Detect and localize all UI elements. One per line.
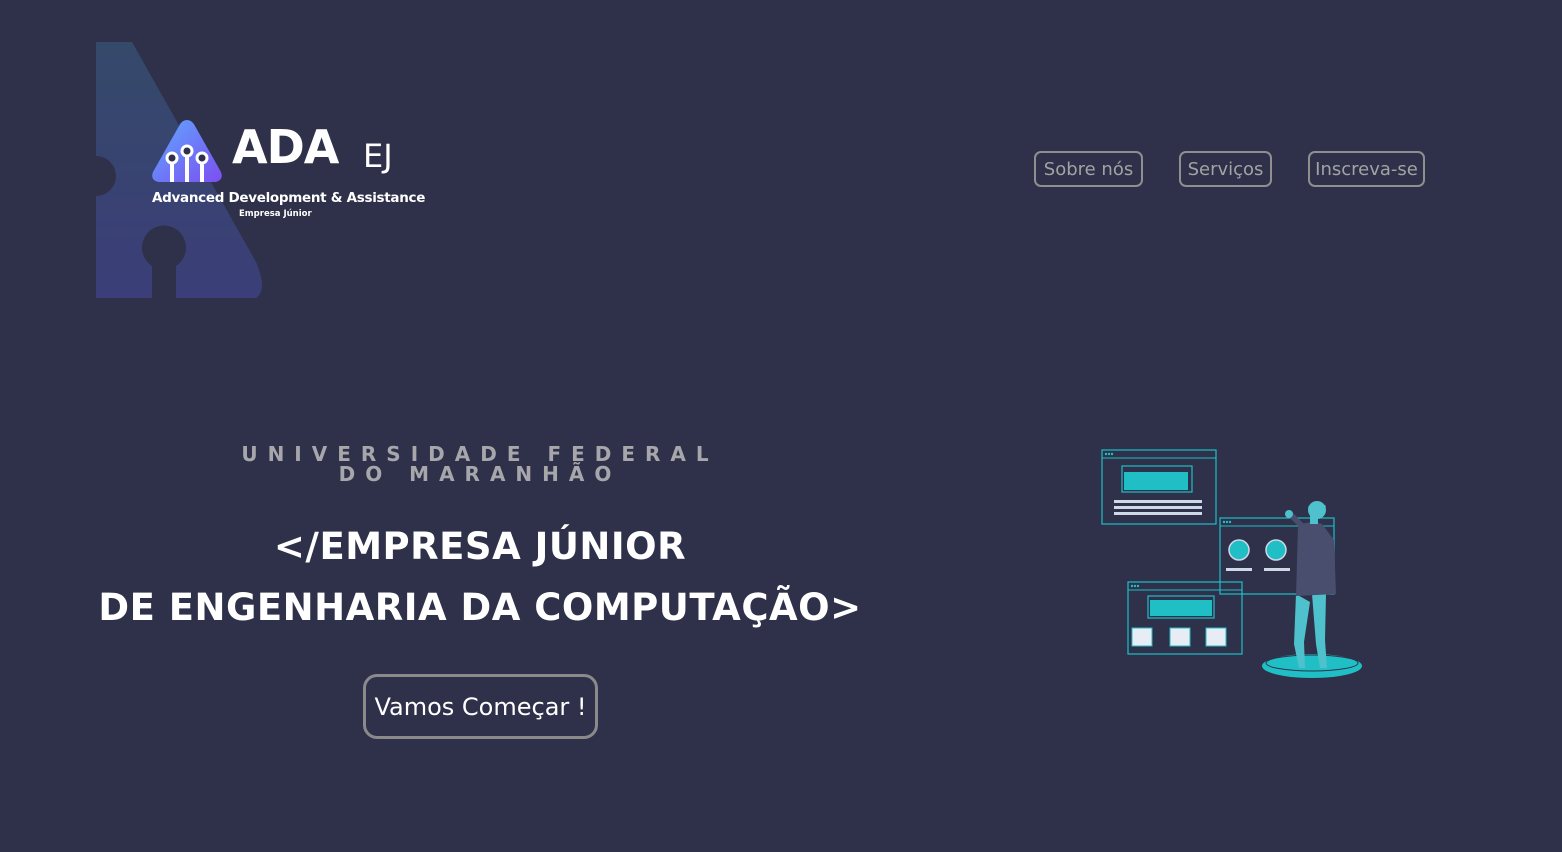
nav-sobre-nos-button[interactable]: Sobre nós [1034,151,1143,187]
brand-subtitle: Empresa Júnior [239,209,312,219]
nav-servicos-button[interactable]: Serviços [1179,151,1272,187]
hero-title-line-1: </EMPRESA JÚNIOR [273,525,687,568]
brand-name: ADA [232,120,339,174]
hero-title-line-2: DE ENGENHARIA DA COMPUTAÇÃO> [98,586,862,629]
person-with-screens-illustration-icon [1101,449,1362,678]
nav-inscreva-se-button[interactable]: Inscreva-se [1308,151,1425,187]
ada-logo-icon [152,120,222,182]
get-started-button[interactable]: Vamos Começar ! [363,674,598,739]
hero-kicker: UNIVERSIDADE FEDERAL DO MARANHÃO [241,442,719,486]
brand-tagline: Advanced Development & Assistance [152,190,426,206]
hero-title: </EMPRESA JÚNIOR DE ENGENHARIA DA COMPUT… [60,516,900,638]
brand-suffix: EJ [363,137,393,175]
brand-logo[interactable]: ADA EJ Advanced Development & Assistance… [96,42,426,298]
